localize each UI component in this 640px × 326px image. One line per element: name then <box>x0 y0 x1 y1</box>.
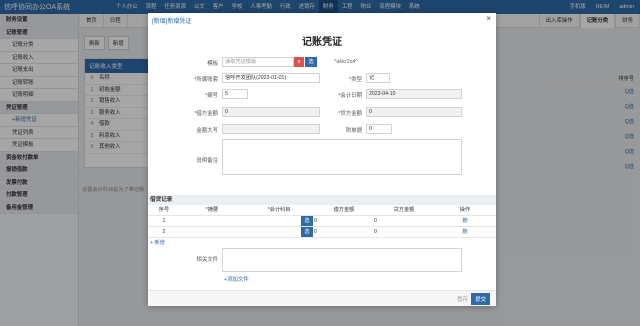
close-icon[interactable]: × <box>486 14 491 23</box>
debit-cell[interactable]: 0 <box>314 226 374 238</box>
type-label: *类型 <box>349 77 362 83</box>
col-header: 操作 <box>434 205 496 216</box>
new-voucher-dialog: [新增]新增凭证 × 记账凭证 模板 读取凭证模版 x 选 ^akkr2s4^ … <box>148 13 496 306</box>
attachment-label: 附单据 <box>345 128 362 134</box>
type-select[interactable]: 记 <box>366 73 390 83</box>
files-area <box>222 248 462 272</box>
summary-cell[interactable] <box>180 215 244 227</box>
remark-label: 说明备注 <box>196 158 218 164</box>
col-header: *摘要 <box>180 205 244 216</box>
credit-cell[interactable]: 0 <box>374 215 434 227</box>
select-account-button[interactable]: 选 <box>301 215 313 226</box>
row-number: 1 <box>148 215 180 227</box>
account-cell[interactable]: 选 <box>244 215 314 227</box>
remark-textarea[interactable] <box>222 139 462 175</box>
number-input[interactable]: 5 <box>222 89 248 99</box>
add-row-link[interactable]: + 新增 <box>148 238 496 247</box>
select-account-button[interactable]: 选 <box>301 226 313 237</box>
col-header: *会计科目 <box>244 205 314 216</box>
clear-template-button[interactable]: x <box>294 57 304 67</box>
summary-cell[interactable] <box>180 226 244 238</box>
row-number: 2 <box>148 226 180 238</box>
delete-row-link[interactable]: 删 <box>434 215 496 227</box>
account-cell[interactable]: 选 <box>244 226 314 238</box>
voucher-title: 记账凭证 <box>302 37 342 48</box>
dialog-footer: 暂存 提交 <box>148 290 496 306</box>
add-file-link[interactable]: +添加文件 <box>224 275 249 283</box>
template-input[interactable]: 读取凭证模版 <box>222 57 294 67</box>
credit-total: 0 <box>366 107 462 117</box>
amount-upper-label: 金额大写 <box>196 128 218 134</box>
dialog-body: 记账凭证 模板 读取凭证模版 x 选 ^akkr2s4^ *所属账套 信呼开发团… <box>148 29 496 290</box>
entries-table: 序号 *摘要 *会计科目 借方金额 贷方金额 操作 1 选 0 0 删 2 选 … <box>148 205 496 238</box>
date-label: *会计日期 <box>338 93 362 99</box>
debit-label: *借方金额 <box>194 111 218 117</box>
credit-cell[interactable]: 0 <box>374 226 434 238</box>
team-label: *所属账套 <box>194 77 218 83</box>
delete-row-link[interactable]: 删 <box>434 226 496 238</box>
debit-credit-grid: 借贷记录 序号 *摘要 *会计科目 借方金额 贷方金额 操作 1 选 0 0 删 <box>148 195 496 247</box>
select-template-button[interactable]: 选 <box>305 57 317 67</box>
table-row: 2 选 0 0 删 <box>148 226 496 238</box>
table-header: 序号 *摘要 *会计科目 借方金额 贷方金额 操作 <box>148 205 496 216</box>
team-select[interactable]: 信呼开发团队(2023-01-01) <box>222 73 320 83</box>
dialog-title: [新增]新增凭证 <box>152 19 192 25</box>
number-label: *编号 <box>205 93 218 99</box>
grid-title: 借贷记录 <box>148 195 496 205</box>
col-header: 贷方金额 <box>374 205 434 216</box>
debit-total: 0 <box>222 107 320 117</box>
submit-button[interactable]: 提交 <box>471 293 490 305</box>
col-header: 序号 <box>148 205 180 216</box>
files-label: 相关文件 <box>196 257 218 263</box>
table-row: 1 选 0 0 删 <box>148 215 496 227</box>
credit-label: *贷方金额 <box>338 111 362 117</box>
save-draft-button[interactable]: 暂存 <box>457 295 468 303</box>
template-label: 模板 <box>207 61 218 67</box>
date-input[interactable]: 2023-04-10 <box>366 89 462 99</box>
col-header: 借方金额 <box>314 205 374 216</box>
voucher-code-hint: ^akkr2s4^ <box>334 59 358 65</box>
debit-cell[interactable]: 0 <box>314 215 374 227</box>
attachment-count[interactable]: 0 <box>366 124 392 134</box>
amount-upper-field <box>222 124 320 134</box>
